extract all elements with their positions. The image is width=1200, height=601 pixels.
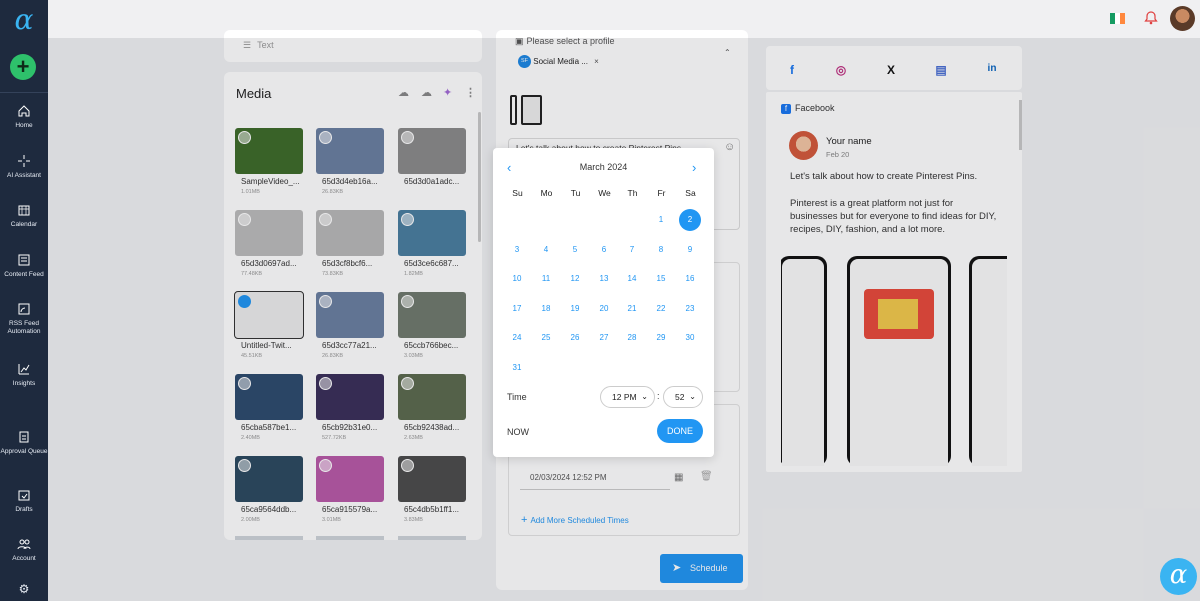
chart-icon bbox=[18, 364, 30, 375]
day-29[interactable]: 29 bbox=[650, 327, 672, 349]
calendar-month: March 2024 bbox=[579, 162, 628, 172]
day-25[interactable]: 25 bbox=[535, 327, 557, 349]
sidebar-item-approval-queue[interactable]: Approval Queue bbox=[0, 430, 48, 456]
day-9[interactable]: 9 bbox=[679, 239, 701, 261]
day-13[interactable]: 13 bbox=[593, 268, 615, 290]
date-picker: ‹ March 2024 › Su Mo Tu We Th Fr Sa 1234567891… bbox=[493, 148, 714, 457]
sidebar-item-label: AI Assistant bbox=[7, 172, 41, 179]
day-23[interactable]: 23 bbox=[679, 298, 701, 320]
now-button[interactable]: NOW bbox=[507, 427, 529, 437]
day-11[interactable]: 11 bbox=[535, 268, 557, 290]
create-post-button[interactable]: + bbox=[10, 54, 36, 80]
sidebar-item-drafts[interactable]: Drafts bbox=[0, 488, 48, 514]
day-24[interactable]: 24 bbox=[506, 327, 528, 349]
next-month-icon[interactable]: › bbox=[692, 160, 696, 175]
day-4[interactable]: 4 bbox=[535, 239, 557, 261]
feed-icon bbox=[18, 254, 30, 266]
day-1[interactable]: 1 bbox=[650, 209, 672, 231]
weekday-label: Th bbox=[627, 188, 638, 198]
day-31[interactable]: 31 bbox=[506, 357, 528, 379]
day-18[interactable]: 18 bbox=[535, 298, 557, 320]
user-avatar[interactable] bbox=[1170, 6, 1195, 31]
sidebar-item-label: Calendar bbox=[10, 221, 38, 228]
weekday-label: Tu bbox=[570, 188, 581, 198]
sidebar-item-label: RSS Feed Automation bbox=[7, 320, 41, 335]
app-logo[interactable]: α bbox=[10, 6, 38, 34]
day-27[interactable]: 27 bbox=[593, 327, 615, 349]
day-19[interactable]: 19 bbox=[564, 298, 586, 320]
sidebar-item-ai-assistant[interactable]: AI Assistant bbox=[0, 154, 48, 180]
sparkle-icon bbox=[18, 155, 30, 167]
help-chat-button[interactable]: α bbox=[1160, 558, 1197, 595]
day-21[interactable]: 21 bbox=[621, 298, 643, 320]
sidebar-item-home[interactable]: Home bbox=[0, 104, 48, 130]
sidebar-item-account[interactable]: Account bbox=[0, 537, 48, 563]
sidebar-item-label: Home bbox=[15, 122, 33, 129]
sidebar-item-content-feed[interactable]: Content Feed bbox=[0, 253, 48, 279]
users-icon bbox=[17, 539, 31, 550]
rss-icon bbox=[18, 303, 30, 315]
language-flag-icon[interactable] bbox=[1110, 13, 1125, 24]
day-30[interactable]: 30 bbox=[679, 327, 701, 349]
calendar-icon bbox=[18, 205, 30, 216]
sidebar-item-label: Drafts bbox=[15, 506, 33, 513]
day-16[interactable]: 16 bbox=[679, 268, 701, 290]
weekday-label: Su bbox=[512, 188, 523, 198]
weekday-label: Fr bbox=[657, 188, 666, 198]
day-17[interactable]: 17 bbox=[506, 298, 528, 320]
day-15[interactable]: 15 bbox=[650, 268, 672, 290]
day-10[interactable]: 10 bbox=[506, 268, 528, 290]
sidebar-item-label: Content Feed bbox=[4, 271, 44, 278]
day-28[interactable]: 28 bbox=[621, 327, 643, 349]
settings-gear-icon[interactable]: ⚙ bbox=[0, 582, 48, 596]
sidebar-item-label: Insights bbox=[12, 380, 36, 387]
weekday-label: We bbox=[598, 188, 611, 198]
time-label: Time bbox=[507, 392, 527, 402]
weekday-label: Mo bbox=[540, 188, 553, 198]
time-separator: : bbox=[657, 391, 660, 401]
day-14[interactable]: 14 bbox=[621, 268, 643, 290]
weekday-label: Sa bbox=[685, 188, 696, 198]
day-26[interactable]: 26 bbox=[564, 327, 586, 349]
notification-bell-icon[interactable] bbox=[1144, 10, 1158, 31]
done-button[interactable]: DONE bbox=[657, 419, 703, 443]
sidebar-item-insights[interactable]: Insights bbox=[0, 362, 48, 388]
day-3[interactable]: 3 bbox=[506, 239, 528, 261]
drafts-icon bbox=[18, 490, 30, 501]
sidebar-item-label: Account bbox=[12, 555, 36, 562]
clipboard-icon bbox=[19, 431, 29, 443]
hour-select[interactable]: 12 PM ⌄ bbox=[600, 386, 655, 408]
home-icon bbox=[18, 105, 30, 117]
day-20[interactable]: 20 bbox=[593, 298, 615, 320]
sidebar-item-calendar[interactable]: Calendar bbox=[0, 203, 48, 229]
minute-select[interactable]: 52 ⌄ bbox=[663, 386, 703, 408]
day-22[interactable]: 22 bbox=[650, 298, 672, 320]
sidebar-item-label: Approval Queue bbox=[0, 448, 48, 455]
sidebar-item-rss-feed-automation[interactable]: RSS Feed Automation bbox=[0, 302, 48, 336]
day-5[interactable]: 5 bbox=[564, 239, 586, 261]
day-8[interactable]: 8 bbox=[650, 239, 672, 261]
sidebar-divider bbox=[0, 92, 48, 93]
sidebar: α + Home AI Assistant Calendar Content Feed… bbox=[0, 0, 48, 601]
day-12[interactable]: 12 bbox=[564, 268, 586, 290]
day-2[interactable]: 2 bbox=[679, 209, 701, 231]
day-7[interactable]: 7 bbox=[621, 239, 643, 261]
day-6[interactable]: 6 bbox=[593, 239, 615, 261]
